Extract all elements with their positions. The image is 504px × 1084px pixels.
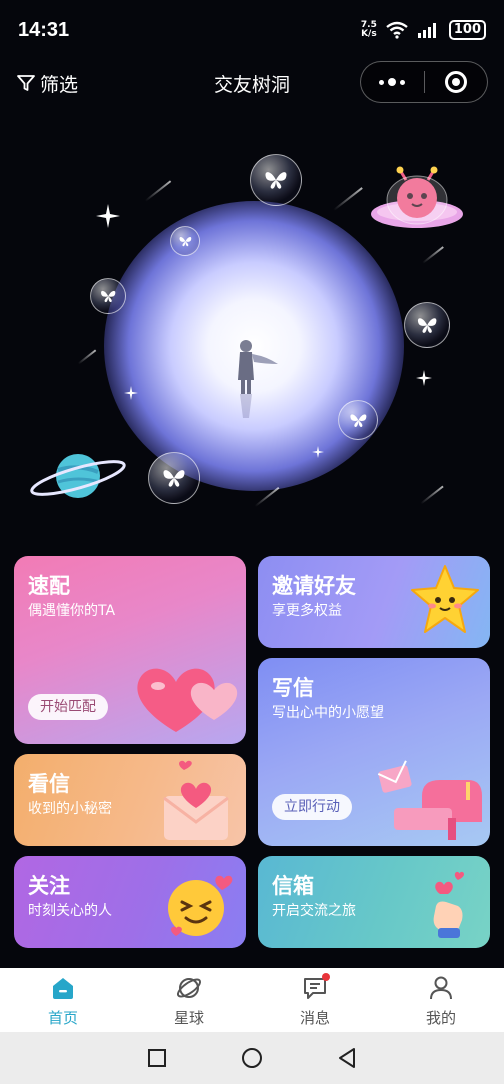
back-triangle-icon [338,1048,355,1068]
signal-icon [417,23,436,38]
more-button[interactable] [361,62,424,102]
invite-friends-card[interactable]: 邀请好友 享更多权益 [258,556,490,648]
tab-label: 我的 [425,1008,456,1027]
network-speed: 7.5 K/s [361,21,377,39]
planet-icon [174,973,204,1003]
sparkle-icon [124,386,138,400]
card-title: 关注 [28,874,70,898]
butterfly-icon [265,172,287,189]
speed-match-card[interactable]: 速配 偶遇懂你的TA 开始匹配 [14,556,246,744]
battery-indicator: 100 [448,20,486,40]
little-prince-figure [238,340,278,418]
card-title: 邀请好友 [272,574,356,598]
butterfly-bubble[interactable] [148,452,200,504]
sparkle-icon [416,370,432,386]
tab-messages[interactable]: 消息 [252,968,378,1032]
butterfly-bubble[interactable] [404,302,450,348]
follow-card[interactable]: 关注 时刻关心的人 [14,856,246,948]
target-icon [444,71,467,93]
more-dot-icon [388,78,397,86]
square-icon [148,1049,167,1067]
circle-icon [241,1048,262,1068]
butterfly-bubble[interactable] [170,226,200,256]
back-system-button[interactable] [332,1043,362,1073]
read-letters-card[interactable]: 看信 收到的小秘密 [14,754,246,846]
write-letter-card[interactable]: 写信 写出心中的小愿望 立即行动 [258,658,490,846]
mailbox-illustration [377,760,482,840]
star-mascot-illustration [411,565,479,633]
heart-envelope-illustration [163,760,229,840]
butterfly-icon [179,236,191,246]
user-icon [426,973,456,1003]
system-navigation-bar [0,1032,504,1084]
butterfly-bubble[interactable] [250,154,302,206]
close-miniprogram-button[interactable] [425,62,488,102]
unread-badge [322,972,330,981]
bottom-tab-bar: 首页 星球 消息 我的 [0,968,504,1032]
hearts-illustration [137,668,238,732]
tab-profile[interactable]: 我的 [378,968,504,1032]
card-title: 速配 [28,574,70,598]
meteor [144,180,172,202]
act-now-button[interactable]: 立即行动 [272,794,352,820]
wifi-icon [386,21,408,39]
status-bar: 14:31 7.5 K/s 100 [0,0,504,60]
nav-bar: 筛选 交友树洞 [0,60,504,106]
tab-label: 消息 [299,1008,330,1027]
filter-button[interactable]: 筛选 [16,70,78,97]
card-title: 信箱 [272,874,314,898]
more-dot-icon [400,79,406,85]
tab-label: 首页 [47,1008,78,1027]
ufo-alien-illustration [371,166,463,228]
butterfly-icon [417,318,437,333]
tab-planet[interactable]: 星球 [126,968,252,1032]
card-subtitle: 开启交流之旅 [272,903,356,919]
mailbox-card[interactable]: 信箱 开启交流之旅 [258,856,490,948]
planet-illustration [30,454,126,498]
finger-heart-illustration [433,871,465,938]
start-match-button[interactable]: 开始匹配 [28,694,108,720]
butterfly-icon [100,290,116,302]
butterfly-icon [350,414,366,427]
status-time: 14:31 [18,18,70,41]
sparkle-icon [96,204,120,228]
card-subtitle: 时刻关心的人 [28,903,112,919]
status-icons: 7.5 K/s 100 [361,20,486,40]
card-subtitle: 偶遇懂你的TA [28,603,116,619]
recent-apps-button[interactable] [142,1043,172,1073]
filter-label: 筛选 [40,73,79,96]
butterfly-bubble[interactable] [338,400,378,440]
meteor [420,485,444,505]
miniprogram-capsule [360,61,488,103]
butterfly-icon [163,470,185,487]
sparkle-icon [312,446,324,458]
more-dot-icon [379,79,385,85]
card-title: 看信 [28,772,70,796]
filter-icon [17,75,35,91]
home-system-button[interactable] [237,1043,267,1073]
card-title: 写信 [272,676,314,700]
home-icon [48,973,78,1003]
hero-illustration [0,106,504,546]
card-subtitle: 写出心中的小愿望 [272,705,384,721]
butterfly-bubble[interactable] [90,278,126,314]
meteor [77,349,97,365]
tab-label: 星球 [173,1008,204,1027]
love-emoji-illustration [168,875,233,936]
meteor [422,246,444,264]
message-icon [300,972,330,1003]
tab-home[interactable]: 首页 [0,968,126,1032]
card-subtitle: 收到的小秘密 [28,801,112,817]
card-subtitle: 享更多权益 [272,603,342,619]
network-speed-unit: K/s [361,29,377,39]
meteor [333,187,363,211]
